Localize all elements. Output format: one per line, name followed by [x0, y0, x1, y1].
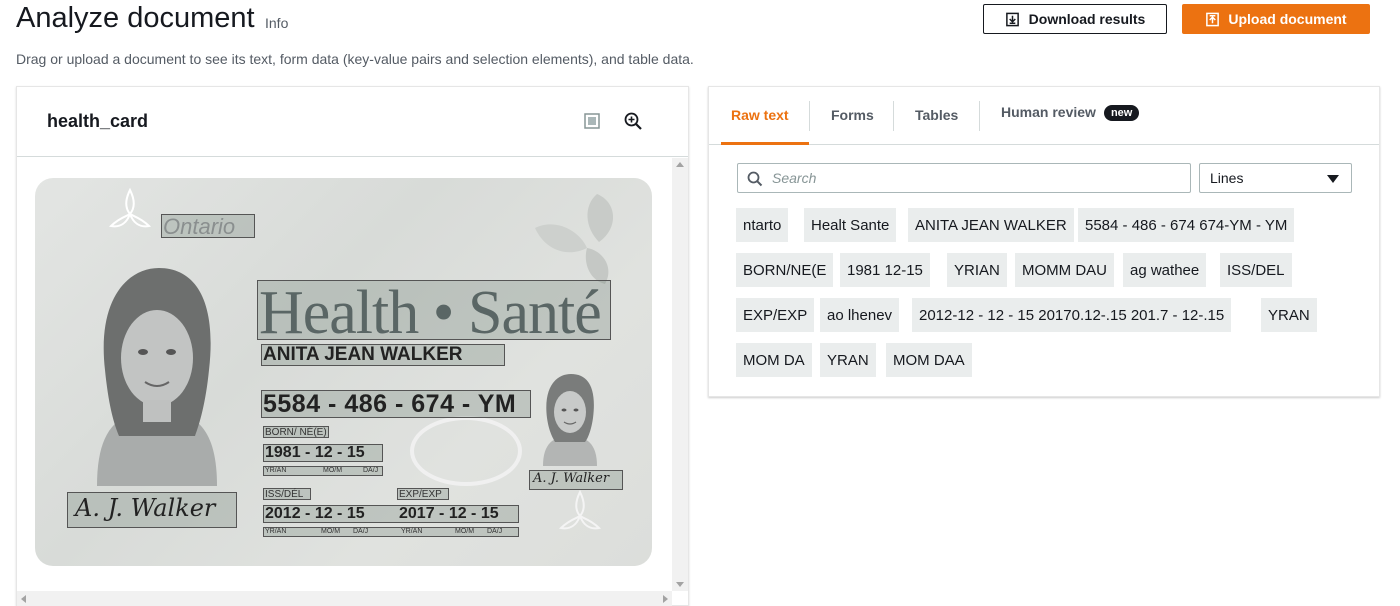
card-exp-format-yr: YR/AN [401, 528, 423, 535]
card-iss-format-da: DA/J [353, 528, 369, 535]
card-iss-format-mo: MO/M [321, 528, 341, 535]
scroll-down-arrow-icon[interactable] [676, 582, 684, 587]
page-description: Drag or upload a document to see its tex… [16, 51, 694, 67]
card-exp-format-mo: MO/M [455, 528, 475, 535]
line-chip[interactable]: Healt Sante [804, 208, 897, 242]
info-link[interactable]: Info [265, 15, 288, 31]
document-header: health_card [17, 87, 688, 157]
card-iss-format-yr: YR/AN [265, 528, 287, 535]
card-province: Ontario [163, 214, 236, 239]
download-results-button[interactable]: Download results [983, 4, 1167, 34]
trillium-logo-icon [108, 187, 152, 228]
line-chip[interactable]: 2012-12 - 12 - 15 20170.12-.15 201.7 - 1… [912, 298, 1232, 332]
tab-divider [809, 101, 810, 131]
line-chip[interactable]: ISS/DEL [1220, 253, 1292, 287]
line-chip[interactable]: ANITA JEAN WALKER [908, 208, 1074, 242]
card-ghost-signature: A. J. Walker [533, 471, 610, 486]
line-chip[interactable]: 5584 - 486 - 674 674-YM - YM [1078, 208, 1295, 242]
page-title: Analyze document [16, 2, 255, 34]
bbox-date-formats[interactable] [263, 527, 519, 537]
download-results-label: Download results [1028, 11, 1146, 27]
card-exp-format-da: DA/J [487, 528, 503, 535]
document-preview-panel: health_card Ontario Health • Santé ANITA… [16, 86, 689, 606]
results-tabs: Raw text Forms Tables Human review new [709, 87, 1379, 145]
card-born-label: BORN/ NÉ(E) [265, 427, 327, 438]
new-badge: new [1103, 105, 1140, 121]
active-tab-indicator [721, 142, 809, 145]
card-heading: Health • Santé [259, 279, 602, 347]
line-chip[interactable]: MOMM DAU [1015, 253, 1114, 287]
line-chip[interactable]: YRAN [1261, 298, 1317, 332]
card-issue-date: 2012 - 12 - 15 [265, 505, 365, 522]
upload-icon [1206, 12, 1220, 26]
tab-human-review-label: Human review [1001, 104, 1096, 120]
zoom-in-icon[interactable] [623, 111, 643, 131]
holder-ghost-photo [543, 374, 597, 466]
card-birth-format-mo: MO/M [323, 467, 343, 474]
tab-divider [893, 101, 894, 131]
card-signature: A. J. Walker [75, 494, 216, 522]
card-holder-name: ANITA JEAN WALKER [263, 344, 463, 365]
line-chip[interactable]: ntarto [736, 208, 789, 242]
line-chip[interactable]: YRIAN [947, 253, 1007, 287]
card-expiry-date: 2017 - 12 - 15 [399, 505, 499, 522]
line-chip[interactable]: EXP/EXP [736, 298, 815, 332]
search-input[interactable] [772, 168, 1182, 188]
hologram-seal [410, 416, 522, 486]
view-select[interactable]: Lines [1199, 163, 1352, 193]
upload-document-button[interactable]: Upload document [1182, 4, 1370, 34]
tab-human-review[interactable]: Human review new [1001, 104, 1140, 121]
card-iss-label: ISS/DÉL [265, 489, 304, 500]
card-health-number: 5584 - 486 - 674 - YM [263, 390, 517, 418]
download-icon [1005, 12, 1019, 26]
document-name: health_card [47, 111, 149, 131]
line-chip[interactable]: YRAN [820, 343, 876, 377]
line-chip[interactable]: MOM DAA [886, 343, 972, 377]
scroll-right-arrow-icon[interactable] [663, 595, 668, 603]
line-chip[interactable]: ao lhenev [820, 298, 900, 332]
line-chip[interactable]: ag wathee [1123, 253, 1207, 287]
tab-divider [979, 101, 980, 131]
tab-tables[interactable]: Tables [915, 107, 958, 123]
scroll-left-arrow-icon[interactable] [21, 595, 26, 603]
trillium-watermark-icon [558, 489, 602, 530]
vertical-scrollbar[interactable] [672, 158, 688, 591]
analyze-document-page: Analyze document Info Drag or upload a d… [0, 0, 1400, 606]
tab-forms[interactable]: Forms [831, 107, 874, 123]
results-panel: Raw text Forms Tables Human review new Li… [708, 86, 1380, 397]
line-chip[interactable]: 1981 12-15 [840, 253, 930, 287]
card-birth-format-da: DA/J [363, 467, 379, 474]
view-select-value: Lines [1210, 170, 1244, 186]
search-box[interactable] [737, 163, 1191, 193]
line-chip[interactable]: MOM DA [736, 343, 812, 377]
health-card-image: Ontario Health • Santé ANITA JEAN WALKER… [35, 178, 652, 566]
horizontal-scrollbar[interactable] [17, 591, 672, 606]
holder-photo [97, 268, 217, 486]
card-exp-label: EXP/EXP [399, 489, 442, 500]
trillium-flower-icon [535, 194, 614, 284]
fit-to-page-icon[interactable] [583, 112, 601, 130]
card-birth-format-yr: YR/AN [265, 467, 287, 474]
caret-down-icon [1327, 175, 1339, 183]
tab-raw-text[interactable]: Raw text [731, 107, 789, 123]
line-chip[interactable]: BORN/NE(E [736, 253, 834, 287]
search-icon [747, 171, 763, 187]
upload-document-label: Upload document [1228, 11, 1347, 27]
card-birth-date: 1981 - 12 - 15 [265, 444, 365, 461]
scroll-up-arrow-icon[interactable] [676, 162, 684, 167]
document-viewport[interactable]: Ontario Health • Santé ANITA JEAN WALKER… [17, 158, 672, 591]
